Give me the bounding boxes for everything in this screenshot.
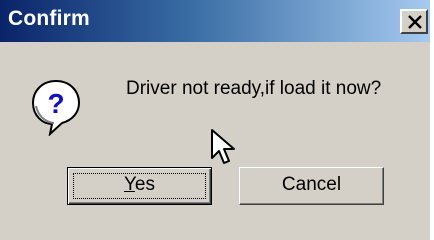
- close-button[interactable]: [400, 9, 428, 34]
- yes-label-rest: es: [134, 174, 155, 195]
- dialog-message: Driver not ready,if load it now?: [126, 78, 382, 99]
- cancel-button-label: Cancel: [281, 174, 342, 195]
- yes-mnemonic: Y: [123, 174, 135, 195]
- mouse-pointer-icon: [211, 129, 235, 164]
- yes-button-label: Yes: [124, 174, 155, 195]
- title-bar[interactable]: Confirm: [0, 0, 430, 42]
- close-icon: [408, 15, 422, 29]
- question-icon: ?: [31, 79, 81, 136]
- cancel-button[interactable]: Cancel: [239, 167, 384, 205]
- yes-button[interactable]: Yes: [67, 167, 212, 205]
- dialog-title: Confirm: [8, 7, 90, 30]
- svg-text:?: ?: [47, 88, 64, 119]
- confirm-dialog: Confirm ? Driver not ready,if load it no…: [0, 0, 430, 240]
